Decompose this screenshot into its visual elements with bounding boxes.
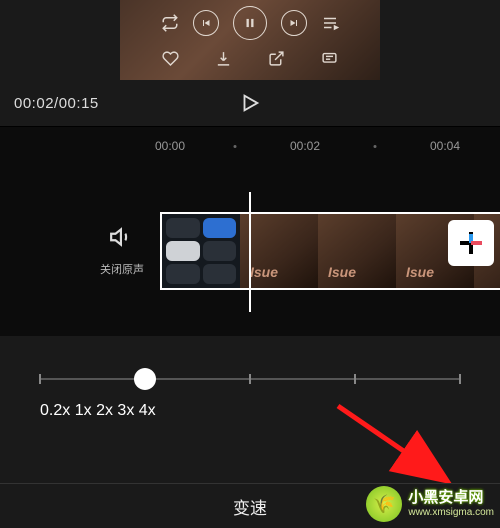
ruler-dot (234, 145, 237, 148)
watermark-badge-icon: 🌾 (366, 486, 402, 522)
time-display: 00:02/00:15 (14, 95, 99, 112)
speed-option: 4x (139, 402, 156, 419)
video-preview (0, 0, 500, 80)
watermark: 🌾 小黑安卓网 www.xmsigma.com (366, 486, 494, 522)
download-icon[interactable] (215, 50, 232, 67)
skip-next-icon[interactable] (281, 10, 307, 36)
comment-icon[interactable] (321, 50, 338, 67)
speed-option: 2x (96, 402, 113, 419)
total-time: 00:15 (59, 95, 99, 112)
speed-tick (39, 374, 41, 384)
ruler-mark: 00:02 (290, 139, 320, 153)
mute-original-audio[interactable]: 关闭原声 (100, 224, 144, 277)
timeline[interactable]: 关闭原声 Isue Isue Isue (0, 166, 500, 336)
open-external-icon[interactable] (268, 50, 285, 67)
speed-tick (459, 374, 461, 384)
speed-tick (354, 374, 356, 384)
panel-title: 变速 (233, 494, 267, 519)
timebar: 00:02/00:15 (0, 80, 500, 126)
volume-icon (109, 224, 135, 255)
heart-icon[interactable] (162, 50, 179, 67)
loop-icon[interactable] (161, 14, 179, 32)
ruler-dot (374, 145, 377, 148)
player-actions-row (162, 50, 338, 67)
time-ruler: 00:00 00:02 00:04 (0, 126, 500, 166)
speed-panel: 0.2x 1x 2x 3x 4x (0, 336, 500, 432)
add-clip-button[interactable] (448, 220, 494, 266)
pause-icon[interactable] (233, 6, 267, 40)
ruler-mark: 00:04 (430, 139, 460, 153)
mute-label: 关闭原声 (100, 261, 144, 277)
clip-thumb[interactable]: Isue (318, 214, 396, 288)
speed-option: 1x (75, 402, 92, 419)
watermark-title: 小黑安卓网 (408, 490, 494, 507)
skip-previous-icon[interactable] (193, 10, 219, 36)
speed-knob[interactable] (134, 368, 156, 390)
speed-option: 3x (117, 402, 134, 419)
clip-thumb[interactable]: Isue (240, 214, 318, 288)
play-icon[interactable] (239, 92, 261, 114)
speed-labels: 0.2x 1x 2x 3x 4x (40, 402, 460, 422)
speed-slider[interactable] (40, 364, 460, 394)
playlist-icon[interactable] (321, 14, 339, 32)
clip-thumb[interactable] (162, 214, 240, 288)
speed-option: 0.2x (40, 402, 70, 419)
player-controls-row (161, 6, 339, 40)
speed-tick (249, 374, 251, 384)
preview-frame (120, 0, 380, 80)
ruler-mark: 00:00 (155, 139, 185, 153)
watermark-url: www.xmsigma.com (408, 507, 494, 518)
current-time: 00:02 (14, 95, 54, 112)
playhead[interactable] (249, 192, 251, 312)
